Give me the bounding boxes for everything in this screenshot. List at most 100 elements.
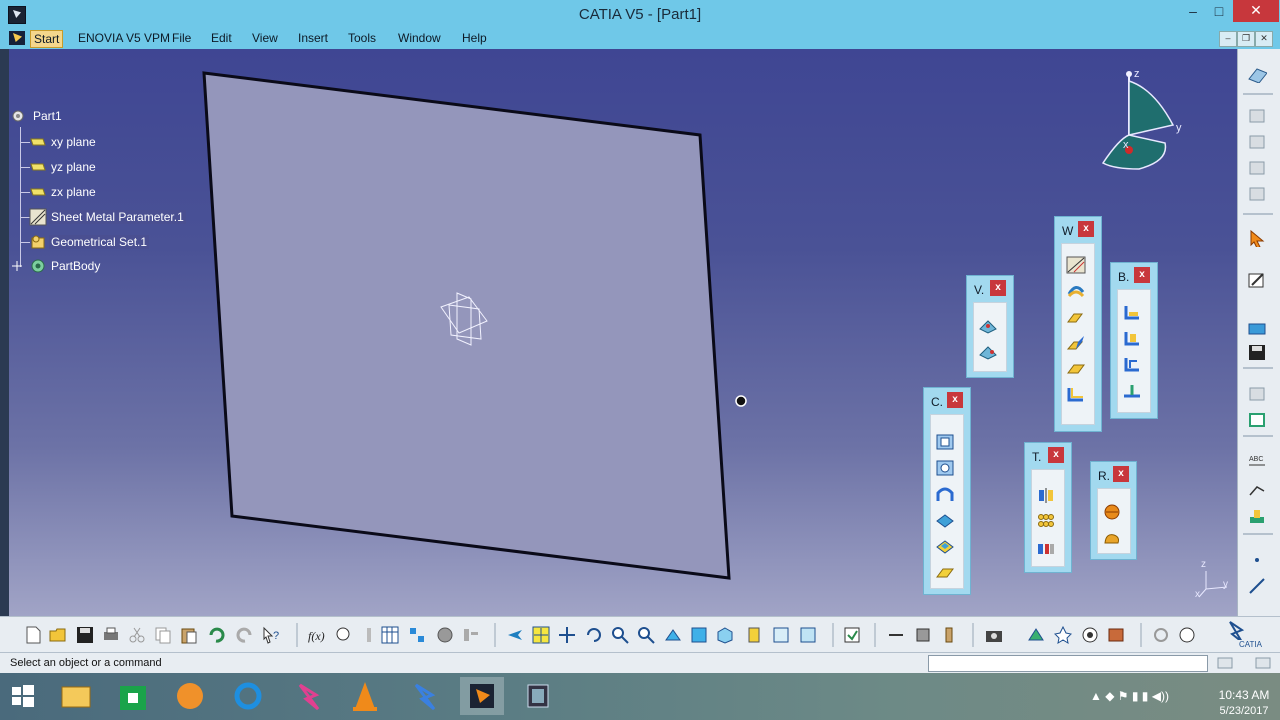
capture-icon[interactable] <box>985 626 1003 644</box>
select-arrow-icon[interactable] <box>1247 229 1267 247</box>
store-icon[interactable] <box>111 677 155 715</box>
iso-view-icon[interactable] <box>716 626 734 644</box>
apply-material-icon[interactable] <box>1102 503 1122 521</box>
rendering-toolbar-close-button[interactable]: x <box>1113 466 1129 482</box>
tools-icon[interactable] <box>462 626 480 644</box>
views-icon[interactable] <box>978 317 998 335</box>
copy-icon[interactable] <box>154 626 172 644</box>
bends-toolbar[interactable]: B. x <box>1110 262 1158 419</box>
undo-icon[interactable] <box>207 626 225 644</box>
apply-appearance-icon[interactable] <box>1102 529 1122 547</box>
bend-icon[interactable] <box>1066 386 1086 404</box>
save-icon[interactable] <box>1247 343 1267 361</box>
catalog-icon[interactable] <box>408 626 426 644</box>
mdi-restore-button[interactable]: ❐ <box>1237 31 1255 47</box>
text-abc-icon[interactable]: ABC <box>1247 451 1267 469</box>
transform-toolbar-close-button[interactable]: x <box>1048 447 1064 463</box>
transformations-toolbar[interactable]: T. x <box>1024 442 1072 573</box>
whats-this-icon[interactable]: ? <box>262 626 280 644</box>
measure-item-icon[interactable] <box>914 626 932 644</box>
hole-icon[interactable] <box>935 459 955 477</box>
print-icon[interactable] <box>102 626 120 644</box>
zoom-out-icon[interactable] <box>637 626 655 644</box>
walls-toolbar[interactable]: W x <box>1054 216 1102 432</box>
environment-icon[interactable] <box>1081 626 1099 644</box>
product-icon[interactable] <box>1247 107 1267 125</box>
cut-icon[interactable] <box>128 626 146 644</box>
system-tray-icons[interactable]: ▲ ◆ ⚑ ▮ ▮ ◀)) <box>1090 689 1169 703</box>
mirror-icon[interactable] <box>1036 486 1056 504</box>
toolbar-options-icon[interactable] <box>1216 656 1234 671</box>
sheet-metal-workbench-icon[interactable] <box>1247 65 1267 83</box>
cutting-toolbar-close-button[interactable]: x <box>947 392 963 408</box>
knowledge-icon[interactable] <box>334 626 352 644</box>
hand-manipulation-icon[interactable] <box>1178 626 1196 644</box>
menu-view[interactable]: View <box>252 31 278 45</box>
lights-icon[interactable] <box>1054 626 1072 644</box>
uc-browser-icon[interactable] <box>168 677 212 715</box>
catia-v5-app-icon[interactable] <box>460 677 504 715</box>
corner-relief-icon[interactable] <box>935 511 955 529</box>
render-style-icon[interactable] <box>1027 626 1045 644</box>
file-explorer-icon[interactable] <box>54 677 98 715</box>
redo-icon[interactable] <box>236 626 254 644</box>
film-app-icon[interactable] <box>516 677 560 715</box>
design-table-icon[interactable] <box>381 626 399 644</box>
law-icon[interactable] <box>360 626 378 644</box>
frame-icon[interactable] <box>1247 411 1267 429</box>
zoom-in-icon[interactable] <box>611 626 629 644</box>
component-icon[interactable] <box>1247 185 1267 203</box>
menu-start[interactable]: Start <box>30 30 64 48</box>
bends-toolbar-close-button[interactable]: x <box>1134 267 1150 283</box>
menu-enovia[interactable]: ENOVIA V5 VPM <box>78 31 170 45</box>
flange-icon[interactable] <box>1066 308 1086 326</box>
measure-between-icon[interactable] <box>887 626 905 644</box>
menu-insert[interactable]: Insert <box>298 31 328 45</box>
menu-help[interactable]: Help <box>462 31 487 45</box>
fly-mode-icon[interactable] <box>506 626 524 644</box>
flag-note-icon[interactable] <box>1247 481 1267 499</box>
stamp-tool-icon[interactable] <box>1247 507 1267 525</box>
snap-views-icon[interactable] <box>978 343 998 361</box>
clock-date[interactable]: 5/23/2017 <box>1208 705 1280 717</box>
start-menu-icon[interactable] <box>9 31 25 45</box>
measure-inertia-icon[interactable] <box>940 626 958 644</box>
measure-icon[interactable] <box>1247 319 1267 337</box>
extrusion-icon[interactable] <box>1066 360 1086 378</box>
clock-time[interactable]: 10:43 AM <box>1208 688 1280 702</box>
rotate-icon[interactable] <box>585 626 603 644</box>
bend-from-flat-icon[interactable] <box>1122 356 1142 374</box>
swap-visible-space-icon[interactable] <box>799 626 817 644</box>
menu-edit[interactable]: Edit <box>211 31 232 45</box>
fit-all-in-icon[interactable] <box>532 626 550 644</box>
power-input-field[interactable] <box>928 655 1208 672</box>
shading-icon[interactable] <box>745 626 763 644</box>
catia-icon[interactable] <box>286 677 330 715</box>
views-toolbar[interactable]: V. x <box>966 275 1014 378</box>
part-icon[interactable] <box>1247 133 1267 151</box>
start-windows-icon[interactable] <box>0 677 44 715</box>
save-icon[interactable] <box>76 626 94 644</box>
paste-icon[interactable] <box>180 626 198 644</box>
hide-show-icon[interactable] <box>772 626 790 644</box>
mdi-close-button[interactable]: ✕ <box>1255 31 1273 47</box>
surface-stamp-icon[interactable] <box>935 563 955 581</box>
normal-view-icon[interactable] <box>664 626 682 644</box>
minimize-button[interactable]: – <box>1179 0 1207 24</box>
new-file-icon[interactable] <box>24 626 42 644</box>
point-icon[interactable] <box>1247 551 1267 569</box>
table-icon[interactable] <box>1247 385 1267 403</box>
cut-out-icon[interactable] <box>935 433 955 451</box>
cutting-stamping-toolbar[interactable]: C. x <box>923 387 971 595</box>
maximize-button[interactable]: □ <box>1205 0 1233 24</box>
update-icon[interactable] <box>843 626 861 644</box>
analysis-icon[interactable] <box>436 626 454 644</box>
recognize-icon[interactable] <box>1066 282 1086 300</box>
menu-tools[interactable]: Tools <box>348 31 376 45</box>
bend-icon[interactable] <box>1122 304 1142 322</box>
walls-toolbar-close-button[interactable]: x <box>1078 221 1094 237</box>
pan-icon[interactable] <box>558 626 576 644</box>
sheet-metal-parameters-icon[interactable] <box>1066 256 1086 274</box>
sketch-icon[interactable] <box>1247 271 1267 289</box>
assembly-icon[interactable] <box>1247 159 1267 177</box>
